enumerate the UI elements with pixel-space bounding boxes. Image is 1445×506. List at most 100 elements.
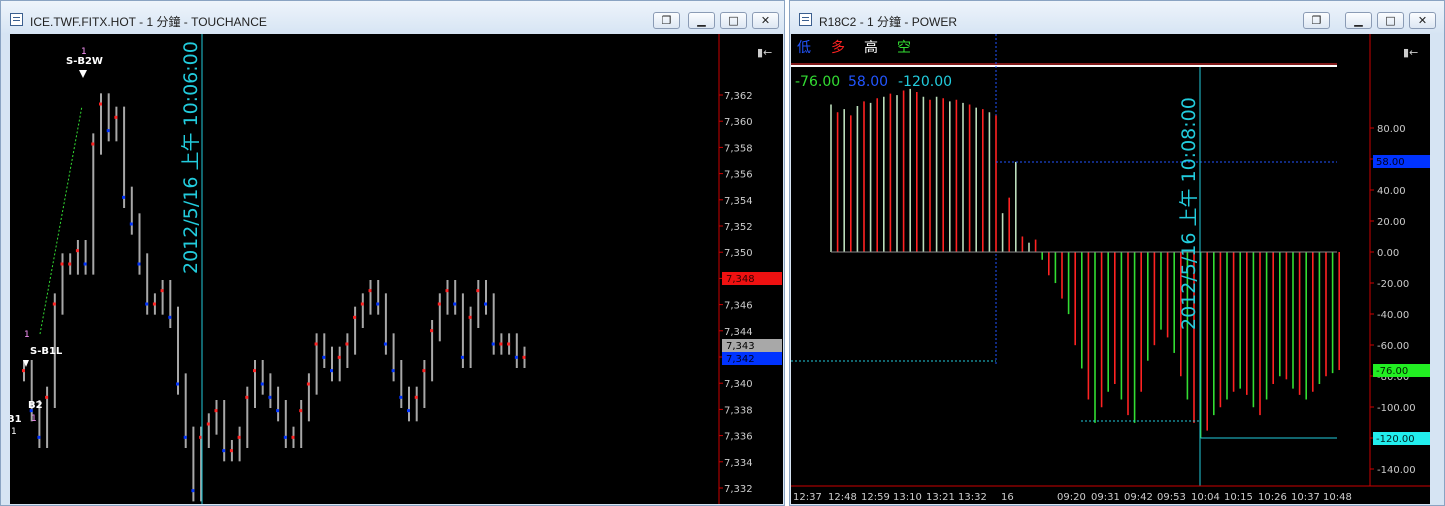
time-tick-label: 09:53 [1157, 492, 1186, 503]
value-tick-label: -140.00 [1377, 465, 1416, 476]
value-axis: 80.0060.0040.0020.000.00-20.00-40.00-60.… [1370, 124, 1416, 476]
title-bar[interactable]: R18C2 - 1 分鐘 - POWER ❐ ▁ □ ✕ [790, 1, 1444, 33]
price-tick-label: 7,358 [724, 143, 753, 154]
price-dot [260, 382, 264, 386]
price-dot [99, 102, 102, 106]
price-dot [122, 195, 126, 199]
minimize-button[interactable]: ▁ [688, 12, 715, 29]
tag-blue-label: 58.00 [1376, 157, 1405, 168]
price-dot [407, 409, 410, 413]
close-icon: ✕ [760, 14, 771, 27]
title-bar[interactable]: ICE.TWF.FITX.HOT - 1 分鐘 - TOUCHANCE ❐ ▁ … [1, 1, 784, 33]
minimize-icon: ▁ [697, 14, 706, 27]
chart-window-touchance[interactable]: ICE.TWF.FITX.HOT - 1 分鐘 - TOUCHANCE ❐ ▁ … [0, 0, 785, 506]
price-dot [306, 382, 310, 386]
close-button[interactable]: ✕ [1409, 12, 1436, 29]
time-tick-label: 10:48 [1323, 492, 1352, 503]
power-chart-area[interactable]: 低 多 高 空 -76.00 58.00 -120.00 2012/5/16 上… [791, 34, 1430, 504]
mark-1: 1 [24, 330, 30, 340]
price-dot [514, 355, 518, 359]
time-tick-label: 10:26 [1258, 492, 1287, 503]
trend-line [39, 105, 83, 335]
price-dot [83, 262, 87, 266]
restore-icon: ❐ [661, 14, 672, 27]
time-tick-label: 13:21 [926, 492, 955, 503]
price-dot [129, 222, 133, 226]
minimize-button[interactable]: ▁ [1345, 12, 1372, 29]
tag-red-label: 7,348 [726, 274, 755, 285]
value-tick-label: 80.00 [1377, 124, 1406, 135]
window-icon [10, 13, 23, 26]
price-tick-label: 7,334 [724, 458, 753, 469]
maximize-button[interactable]: □ [1377, 12, 1404, 29]
price-dot [299, 409, 303, 413]
price-tick-label: 7,360 [724, 117, 753, 128]
price-dot [75, 249, 79, 253]
price-dot [476, 289, 480, 293]
price-dot [114, 115, 118, 119]
minimize-icon: ▁ [1354, 14, 1363, 27]
price-dot [52, 302, 56, 306]
close-icon: ✕ [1417, 14, 1428, 27]
price-axis: 7,362 7,360 7,358 7,356 7,354 7,352 7,350 7,348… [719, 91, 753, 495]
price-dot [183, 435, 187, 439]
tag-green-label: -76.00 [1376, 366, 1408, 377]
price-dot [484, 302, 487, 306]
price-tick-label: 7,344 [724, 327, 753, 338]
cursor-time-label: 2012/5/16 上午 10:08:00 [1178, 97, 1200, 330]
price-tick-label: 7,336 [724, 432, 753, 443]
restore-button[interactable]: ❐ [1303, 12, 1330, 29]
price-tick-label: 7,362 [724, 91, 753, 102]
close-button[interactable]: ✕ [752, 12, 779, 29]
price-dot [245, 395, 249, 399]
price-dot [360, 302, 364, 306]
window-icon [799, 13, 812, 26]
price-dot [160, 289, 164, 293]
price-tick-label: 7,338 [724, 405, 753, 416]
power-chart[interactable]: 低 多 高 空 -76.00 58.00 -120.00 2012/5/16 上… [791, 34, 1430, 504]
price-dot [206, 422, 210, 426]
price-dot [291, 435, 295, 439]
price-chart-area[interactable]: S-B1L 1 B2 B1 1 1 1 S-B2W 2012/5/16 上午 1… [7, 34, 783, 504]
mark-s-b1l: S-B1L [30, 346, 63, 357]
price-dot [253, 369, 256, 373]
price-dot [430, 329, 434, 333]
price-dot [276, 409, 280, 413]
price-dot [353, 315, 357, 319]
price-dot [391, 369, 395, 373]
price-dot [437, 302, 441, 306]
value-tick-label: -20.00 [1377, 279, 1409, 290]
price-dot [445, 289, 449, 293]
price-tick-label: 7,356 [724, 170, 753, 181]
price-dot [229, 449, 233, 453]
restore-button[interactable]: ❐ [653, 12, 680, 29]
time-tick-label: 12:59 [861, 492, 890, 503]
collapse-icon[interactable]: ▮← [757, 46, 772, 59]
price-dot [383, 342, 387, 346]
price-dot [422, 369, 426, 373]
price-dot [283, 435, 287, 439]
down-arrow-icon [79, 70, 87, 78]
price-dot [507, 342, 511, 346]
price-tick-label: 7,332 [724, 484, 753, 495]
chart-window-power[interactable]: R18C2 - 1 分鐘 - POWER ❐ ▁ □ ✕ 低 多 高 空 -76… [789, 0, 1445, 506]
price-dot [368, 289, 372, 293]
mark-1: 1 [11, 427, 17, 437]
value-tick-label: -60.00 [1377, 341, 1409, 352]
collapse-icon[interactable]: ▮← [1403, 46, 1418, 59]
maximize-button[interactable]: □ [720, 12, 747, 29]
mark-1: 1 [31, 414, 37, 424]
price-dot [60, 262, 64, 266]
time-tick-label: 12:48 [828, 492, 857, 503]
time-tick-label: 09:31 [1091, 492, 1120, 503]
price-dot [145, 302, 149, 306]
value-tick-label: -100.00 [1377, 403, 1416, 414]
value-tick-label: -40.00 [1377, 310, 1409, 321]
price-dot [191, 489, 195, 493]
price-dot [453, 302, 457, 306]
value-tick-label: 20.00 [1377, 217, 1406, 228]
restore-icon: ❐ [1311, 14, 1322, 27]
readout-long: 58.00 [848, 74, 888, 90]
time-tick-label: 13:10 [893, 492, 922, 503]
price-chart[interactable]: S-B1L 1 B2 B1 1 1 1 S-B2W 2012/5/16 上午 1… [7, 34, 783, 504]
